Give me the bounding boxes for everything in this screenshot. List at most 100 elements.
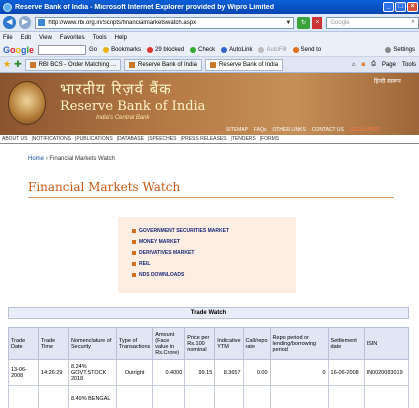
add-favorites-icon[interactable]: ✚ bbox=[14, 59, 22, 70]
google-go-button[interactable]: Go bbox=[89, 47, 97, 53]
cell: 8.3657 bbox=[214, 359, 244, 386]
rbi-emblem-logo bbox=[8, 81, 46, 125]
google-search-input[interactable] bbox=[38, 44, 87, 55]
contact-us-link[interactable]: CONTACT US bbox=[312, 127, 344, 133]
nds-downloads-link[interactable]: NDS DOWNLOADS bbox=[132, 271, 184, 279]
col-ytm: Indicative YTM bbox=[214, 327, 244, 360]
col-trade-date: Trade Date bbox=[8, 327, 39, 360]
col-amount: Amount (Face value in Rs.Crore) bbox=[152, 327, 186, 360]
star-icon bbox=[103, 46, 110, 53]
menu-tools[interactable]: Tools bbox=[93, 35, 107, 41]
cell bbox=[152, 385, 186, 408]
menu-file[interactable]: File bbox=[3, 35, 13, 41]
bullet-icon bbox=[132, 229, 136, 233]
cell bbox=[269, 385, 329, 408]
send-to-button[interactable]: Send to bbox=[292, 46, 321, 53]
tab-reserve-bank-1[interactable]: Reserve Bank of India bbox=[123, 58, 203, 71]
rbi-banner: भारतीय रिज़र्व बैंक Reserve Bank of Indi… bbox=[0, 73, 419, 135]
autolink-button[interactable]: AutoLink bbox=[221, 46, 252, 53]
menu-edit[interactable]: Edit bbox=[21, 35, 31, 41]
bank-subtitle: India's Central Bank bbox=[96, 115, 150, 121]
title-divider bbox=[28, 197, 394, 198]
menu-view[interactable]: View bbox=[39, 35, 52, 41]
banner-links: SITEMAP FAQs OTHER LINKS CONTACT US REGU… bbox=[226, 127, 386, 133]
tab-reserve-bank-2[interactable]: Reserve Bank of India bbox=[205, 58, 284, 71]
address-field[interactable]: http://www.rbi.org.in/Scripts/financialm… bbox=[35, 16, 294, 29]
nav-about-us[interactable]: ABOUT US bbox=[2, 136, 27, 142]
cell: IN0020083019 bbox=[363, 359, 410, 386]
favorites-star-icon[interactable]: ★ bbox=[3, 59, 11, 70]
stop-button[interactable]: × bbox=[312, 16, 323, 29]
col-price: Price per Rs.100 nominal bbox=[184, 327, 216, 360]
address-dropdown-icon[interactable]: ▼ bbox=[284, 20, 293, 26]
money-market-link[interactable]: MONEY MARKET bbox=[132, 238, 180, 246]
table-header-row: Trade Date Trade Time Nomenclature of Se… bbox=[8, 327, 410, 360]
back-button[interactable]: ◀ bbox=[3, 16, 16, 29]
menu-favorites[interactable]: Favorites bbox=[60, 35, 85, 41]
search-icon[interactable]: ⌕ bbox=[408, 19, 418, 26]
cell bbox=[184, 385, 216, 408]
popup-blocker-button[interactable]: 29 blocked bbox=[147, 46, 184, 53]
cell: Outright bbox=[115, 359, 154, 386]
nav-tenders[interactable]: TENDERS bbox=[232, 136, 256, 142]
print-icon[interactable]: ⎙ bbox=[371, 61, 376, 68]
govt-securities-link[interactable]: GOVERNMENT SECURITIES MARKET bbox=[132, 227, 229, 235]
url-text: http://www.rbi.org.in/Scripts/financialm… bbox=[48, 19, 197, 26]
cell bbox=[8, 385, 39, 408]
hindi-bank-name: भारतीय रिज़र्व बैंक bbox=[60, 80, 172, 98]
sitemap-link[interactable]: SITEMAP bbox=[226, 127, 248, 133]
tab-favicon bbox=[29, 61, 36, 68]
page-icon bbox=[38, 19, 46, 26]
bank-name: Reserve Bank of India bbox=[60, 99, 206, 114]
nav-forms[interactable]: FORMS bbox=[261, 136, 279, 142]
cell: 13-06-2008 bbox=[8, 359, 39, 386]
tools-menu[interactable]: Tools bbox=[402, 62, 416, 68]
google-settings-button[interactable]: Settings bbox=[385, 46, 415, 53]
maximize-button[interactable]: □ bbox=[395, 2, 406, 12]
other-links-link[interactable]: OTHER LINKS bbox=[272, 127, 305, 133]
menu-help[interactable]: Help bbox=[115, 35, 127, 41]
page-menu[interactable]: Page bbox=[382, 62, 396, 68]
faqs-link[interactable]: FAQs bbox=[254, 127, 267, 133]
title-bar: Reserve Bank of India - Microsoft Intern… bbox=[0, 0, 419, 14]
home-icon[interactable]: ⌂ bbox=[352, 62, 356, 68]
feeds-icon[interactable]: ◙ bbox=[362, 62, 366, 68]
reil-link[interactable]: REIL bbox=[132, 260, 150, 268]
regulated-link[interactable]: REGULATED bbox=[350, 127, 380, 133]
col-transaction-type: Type of Transactions bbox=[115, 327, 154, 360]
col-repo-period: Repo period or lending/borrowing period bbox=[269, 327, 329, 360]
nav-publications[interactable]: PUBLICATIONS bbox=[76, 136, 112, 142]
send-icon bbox=[292, 46, 299, 53]
spellcheck-button[interactable]: Check bbox=[190, 46, 215, 53]
search-field[interactable]: Google ⌕ bbox=[326, 16, 419, 29]
browser-window: Reserve Bank of India - Microsoft Intern… bbox=[0, 0, 419, 408]
cell: 8.24% GOVT.STOCK 2018 bbox=[68, 359, 117, 386]
refresh-button[interactable]: ↻ bbox=[296, 16, 311, 29]
cell bbox=[115, 385, 154, 408]
nav-speeches[interactable]: SPEECHES bbox=[149, 136, 176, 142]
cell: 16-06-2008 bbox=[327, 359, 365, 386]
bullet-icon bbox=[132, 262, 136, 266]
cell: 0 bbox=[269, 359, 329, 386]
breadcrumb: Home › Financial Markets Watch bbox=[28, 156, 115, 162]
minimize-button[interactable]: _ bbox=[383, 2, 394, 12]
col-settlement-date: Settlement date bbox=[327, 327, 365, 360]
address-toolbar: ◀ ▶ http://www.rbi.org.in/Scripts/financ… bbox=[0, 14, 419, 32]
forward-button[interactable]: ▶ bbox=[18, 16, 32, 29]
search-placeholder: Google bbox=[330, 19, 350, 26]
close-window-button[interactable]: × bbox=[407, 2, 418, 12]
derivatives-market-link[interactable]: DERIVATIVES MARKET bbox=[132, 249, 194, 257]
autofill-button[interactable]: AutoFill bbox=[258, 46, 287, 53]
col-isin: ISIN bbox=[363, 327, 410, 360]
check-icon bbox=[190, 46, 197, 53]
cell: 8.49% BENGAL bbox=[68, 385, 117, 408]
nav-database[interactable]: DATABASE bbox=[118, 136, 144, 142]
nav-notifications[interactable]: NOTIFICATIONS bbox=[33, 136, 71, 142]
nav-press-releases[interactable]: PRESS RELEASES bbox=[182, 136, 227, 142]
hindi-version-link[interactable]: हिन्दी स्वरूप bbox=[374, 77, 401, 85]
google-bookmarks-button[interactable]: Bookmarks bbox=[103, 46, 141, 53]
breadcrumb-home[interactable]: Home bbox=[28, 156, 44, 162]
tab-rbi-bcs[interactable]: RBI BCS - Order Matching ... bbox=[24, 58, 121, 71]
breadcrumb-current: Financial Markets Watch bbox=[49, 156, 115, 162]
wrench-icon bbox=[385, 46, 392, 53]
